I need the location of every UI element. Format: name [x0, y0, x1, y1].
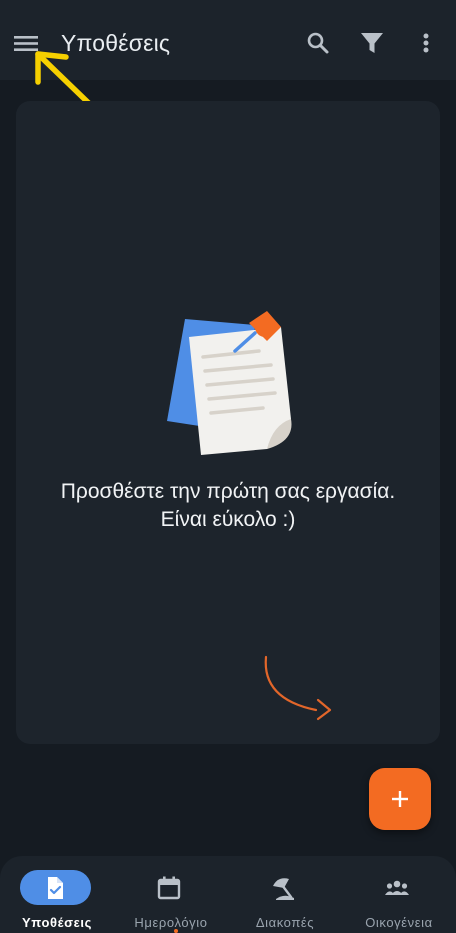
- app-screen: Υποθέσεις Προσθέστε την πρώτη σας εργασί…: [0, 0, 456, 933]
- more-options-button[interactable]: [413, 29, 439, 57]
- family-icon: [385, 880, 409, 895]
- search-button[interactable]: [304, 29, 332, 57]
- curved-arrow-icon: [264, 655, 332, 721]
- notes-illustration-icon: [167, 311, 292, 455]
- nav-label-tasks: Υποθέσεις: [22, 915, 92, 930]
- nav-item-holidays[interactable]: Διακοπές: [228, 856, 342, 933]
- plus-icon: [392, 791, 408, 807]
- filter-button[interactable]: [358, 29, 386, 57]
- task-check-icon: [48, 877, 63, 899]
- add-task-button[interactable]: [369, 768, 431, 830]
- nav-label-holidays: Διακοπές: [255, 915, 315, 930]
- notification-dot: [174, 929, 178, 933]
- calendar-icon: [157, 876, 181, 900]
- nav-item-family[interactable]: Οικογένεια: [342, 856, 456, 933]
- empty-state-message: Προσθέστε την πρώτη σας εργασία.: [60, 480, 396, 503]
- nav-item-tasks[interactable]: Υποθέσεις: [0, 856, 114, 933]
- empty-state-submessage: Είναι εύκολο :): [160, 508, 296, 531]
- nav-label-family: Οικογένεια: [365, 915, 433, 930]
- search-icon: [307, 32, 329, 54]
- bottom-navigation: Υποθέσεις Ημερολόγιο Διακοπές Οικογένεια: [0, 856, 456, 933]
- nav-label-calendar: Ημερολόγιο: [134, 915, 208, 930]
- filter-icon: [361, 33, 383, 53]
- empty-state-card: Προσθέστε την πρώτη σας εργασία. Είναι ε…: [16, 101, 440, 744]
- beach-umbrella-icon: [273, 878, 294, 900]
- more-vert-icon: [423, 33, 429, 53]
- nav-item-calendar[interactable]: Ημερολόγιο: [114, 856, 228, 933]
